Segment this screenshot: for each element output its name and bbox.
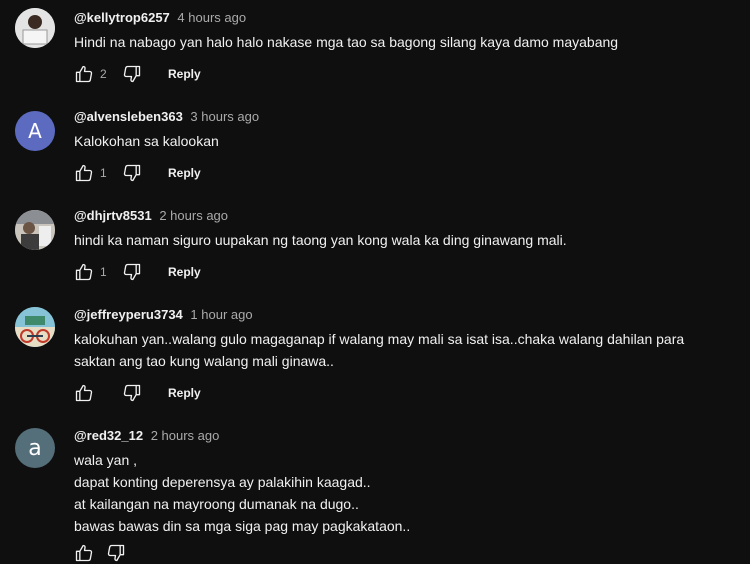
- thumbs-down-icon: [123, 164, 141, 182]
- like-count: 1: [100, 265, 107, 279]
- comment-text: hindi ka naman siguro uupakan ng taong y…: [74, 232, 567, 248]
- avatar-photo-icon: [15, 307, 55, 347]
- comment-author[interactable]: @alvensleben363: [74, 109, 183, 124]
- thumbs-up-icon: [75, 544, 93, 562]
- like-count: 1: [100, 166, 107, 180]
- comment-author[interactable]: @red32_12: [74, 428, 143, 443]
- reply-button[interactable]: Reply: [168, 386, 201, 400]
- like-button[interactable]: 1: [74, 262, 110, 282]
- avatar-letter: a: [28, 435, 42, 461]
- comment-timestamp[interactable]: 4 hours ago: [177, 10, 246, 25]
- comment-timestamp[interactable]: 1 hour ago: [190, 307, 252, 322]
- reply-button[interactable]: Reply: [168, 265, 201, 279]
- avatar[interactable]: [15, 8, 55, 48]
- like-button[interactable]: 2: [74, 64, 110, 84]
- dislike-button[interactable]: [122, 163, 142, 183]
- dislike-button[interactable]: [122, 64, 142, 84]
- dislike-button[interactable]: [122, 262, 142, 282]
- comment-text: Kalokohan sa kalookan: [74, 133, 219, 149]
- thumbs-up-icon: [75, 65, 93, 83]
- thumbs-down-icon: [123, 263, 141, 281]
- like-count: 2: [100, 67, 107, 81]
- thumbs-up-icon: [75, 164, 93, 182]
- comment-text: Hindi na nabago yan halo halo nakase mga…: [74, 34, 619, 50]
- avatar[interactable]: [15, 307, 55, 347]
- dislike-button[interactable]: [106, 543, 126, 563]
- avatar[interactable]: a: [15, 428, 55, 468]
- thumbs-down-icon: [107, 544, 125, 562]
- thumbs-up-icon: [75, 384, 93, 402]
- dislike-button[interactable]: [122, 383, 142, 403]
- like-button[interactable]: 1: [74, 163, 110, 183]
- comment-timestamp[interactable]: 3 hours ago: [190, 109, 259, 124]
- avatar-photo-icon: [15, 8, 55, 48]
- comment-author[interactable]: @jeffreyperu3734: [74, 307, 183, 322]
- like-button[interactable]: [74, 383, 110, 403]
- comment-author[interactable]: @kellytrop6257: [74, 10, 170, 25]
- comment-timestamp[interactable]: 2 hours ago: [159, 208, 228, 223]
- comment-text: wala yan , dapat konting deperensya ay p…: [74, 452, 411, 534]
- comment-timestamp[interactable]: 2 hours ago: [151, 428, 220, 443]
- comment-text: kalokuhan yan..walang gulo magaganap if …: [74, 331, 685, 369]
- comment-author[interactable]: @dhjrtv8531: [74, 208, 152, 223]
- thumbs-down-icon: [123, 65, 141, 83]
- avatar-letter: A: [28, 119, 42, 143]
- avatar[interactable]: [15, 210, 55, 250]
- reply-button[interactable]: Reply: [168, 67, 201, 81]
- reply-button[interactable]: Reply: [168, 166, 201, 180]
- thumbs-down-icon: [123, 384, 141, 402]
- avatar-photo-icon: [15, 210, 55, 250]
- thumbs-up-icon: [75, 263, 93, 281]
- like-button[interactable]: [74, 543, 94, 563]
- avatar[interactable]: A: [15, 111, 55, 151]
